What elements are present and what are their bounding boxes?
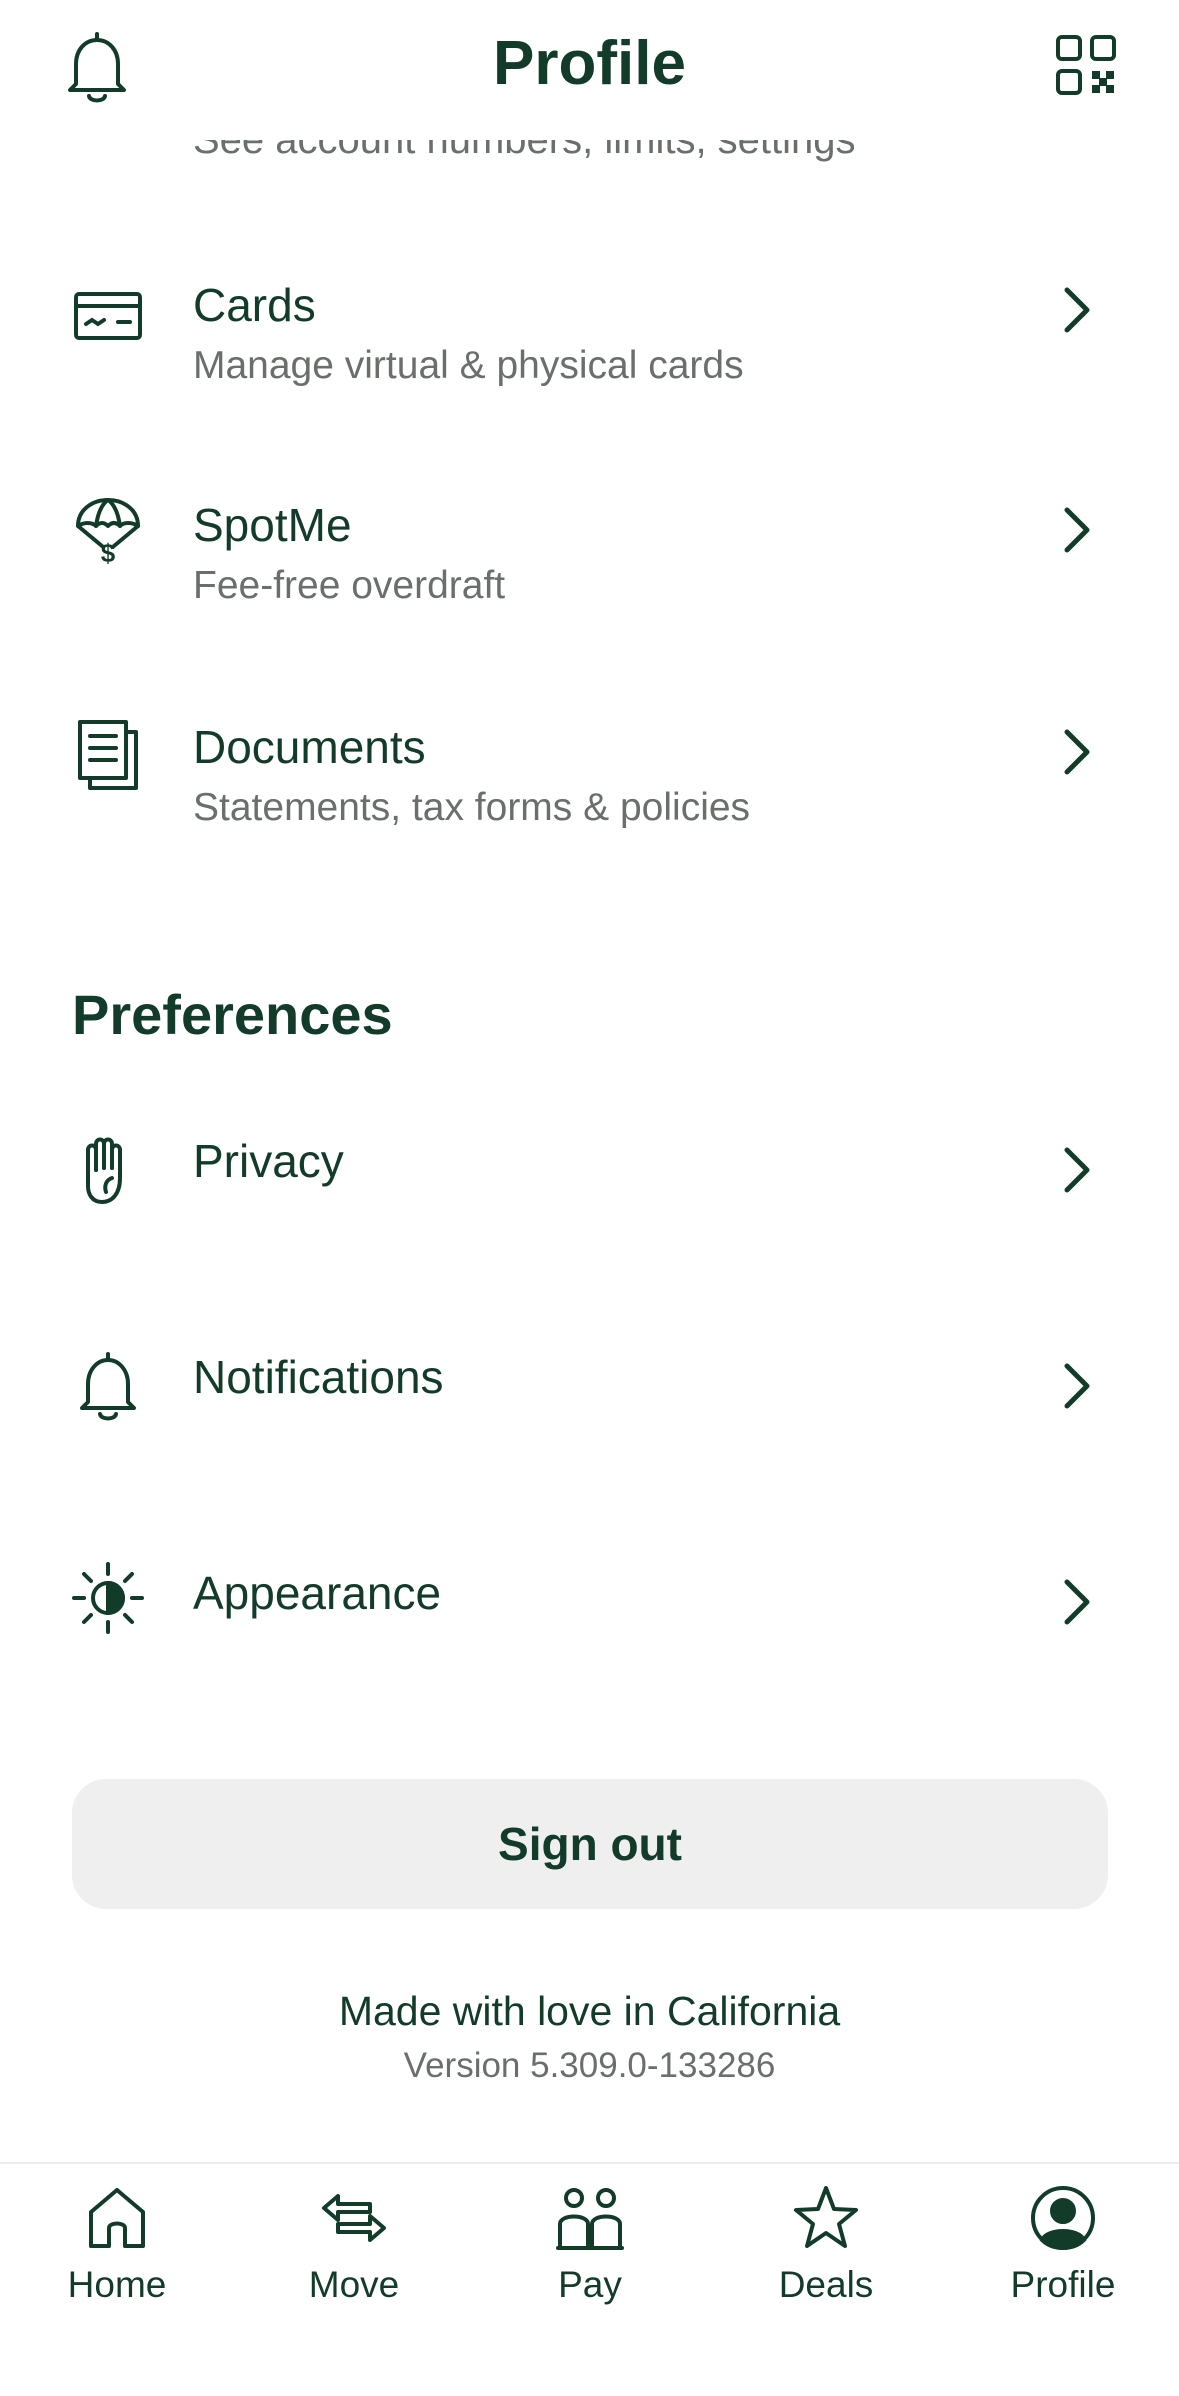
privacy-item[interactable]: Privacy (0, 1120, 1179, 1220)
documents-subtitle: Statements, tax forms & policies (193, 786, 751, 829)
brightness-icon (72, 1562, 144, 1634)
tab-home-label: Home (67, 2264, 167, 2305)
move-arrows-icon (322, 2194, 386, 2242)
chevron-right-icon (1064, 1147, 1090, 1193)
cards-item[interactable]: Cards Manage virtual & physical cards (0, 260, 1179, 420)
appearance-label: Appearance (193, 1567, 442, 1619)
tab-deals-label: Deals (778, 2264, 874, 2305)
profile-icon (1031, 2186, 1095, 2251)
chevron-right-icon (1064, 507, 1090, 553)
svg-text:$: $ (101, 538, 116, 568)
tab-profile[interactable]: Profile (978, 2184, 1148, 2334)
tab-deals[interactable]: Deals (741, 2184, 911, 2334)
home-icon (89, 2188, 145, 2248)
tab-pay-label: Pay (558, 2264, 622, 2305)
chevron-right-icon (1064, 729, 1090, 775)
page-title: Profile (493, 29, 686, 98)
notifications-item[interactable]: Notifications (0, 1336, 1179, 1436)
tab-home[interactable]: Home (32, 2184, 202, 2334)
chevron-right-icon (1064, 287, 1090, 333)
preferences-heading: Preferences (72, 983, 393, 1046)
chevron-right-icon (1064, 1363, 1090, 1409)
parachute-dollar-icon: $ (76, 498, 140, 568)
spotme-label: SpotMe (193, 499, 352, 551)
top-header: Profile (0, 0, 1179, 140)
cards-subtitle: Manage virtual & physical cards (193, 344, 744, 387)
tab-move-label: Move (308, 2264, 400, 2305)
pay-people-icon (556, 2188, 624, 2250)
privacy-label: Privacy (193, 1135, 344, 1187)
documents-item[interactable]: Documents Statements, tax forms & polici… (0, 704, 1179, 864)
version-text: Version 5.309.0-133286 (403, 2046, 776, 2085)
cards-label: Cards (193, 279, 316, 331)
documents-label: Documents (193, 721, 426, 773)
hand-icon (86, 1137, 122, 1204)
tab-move[interactable]: Move (269, 2184, 439, 2334)
qr-code-icon[interactable] (1055, 34, 1117, 96)
bell-icon (80, 1352, 136, 1421)
sign-out-button[interactable]: Sign out (72, 1779, 1108, 1909)
notifications-label: Notifications (193, 1351, 444, 1403)
documents-icon (78, 720, 138, 790)
star-icon (794, 2186, 858, 2248)
chevron-right-icon (1064, 1579, 1090, 1625)
appearance-item[interactable]: Appearance (0, 1552, 1179, 1652)
bottom-tab-bar: Home Move Pay Deals Profile (0, 2162, 1179, 2396)
spotme-item[interactable]: $ SpotMe Fee-free overdraft (0, 482, 1179, 642)
spotme-subtitle: Fee-free overdraft (193, 564, 506, 607)
tab-profile-label: Profile (1010, 2264, 1116, 2305)
card-icon (74, 292, 142, 340)
made-with-love-text: Made with love in California (338, 1988, 841, 2034)
tab-pay[interactable]: Pay (505, 2184, 675, 2334)
